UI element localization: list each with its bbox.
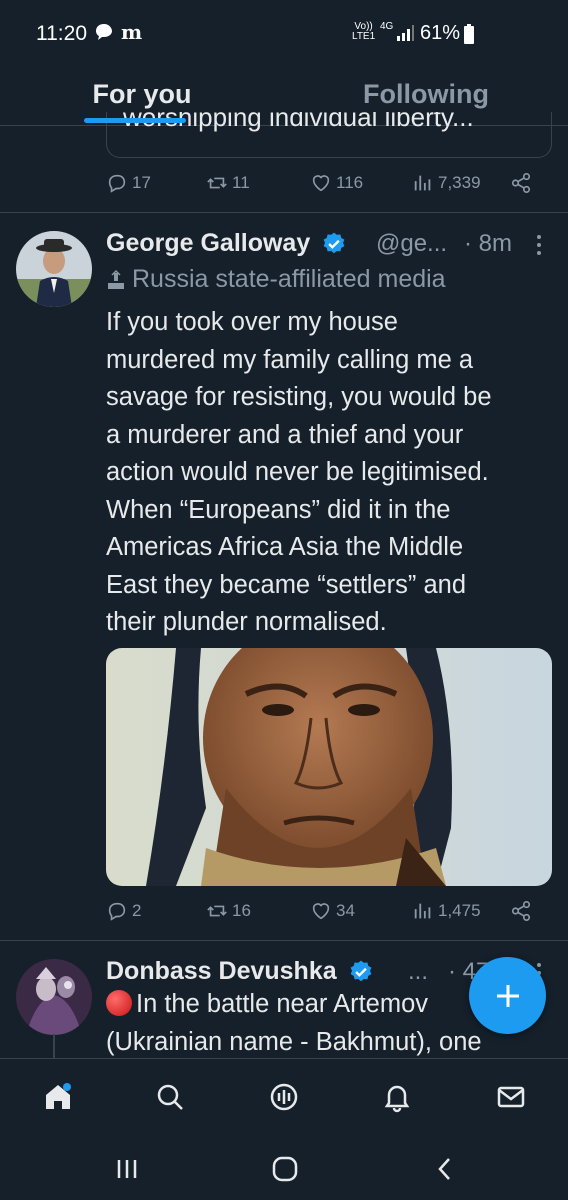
verified-badge-icon: [323, 233, 345, 254]
views-icon: [414, 903, 431, 919]
views-icon: [414, 175, 431, 191]
tweet-text-line: When “Europeans” did it in the: [106, 495, 451, 524]
author-name[interactable]: George Galloway: [106, 229, 310, 257]
system-navigation: [0, 1136, 568, 1200]
tweet-text-line: action would never be legitimised.: [106, 458, 489, 486]
repost-button[interactable]: 11: [206, 172, 250, 194]
back-icon[interactable]: [430, 1154, 460, 1184]
view-count: 7,339: [438, 173, 481, 192]
battery-icon: [464, 24, 474, 44]
repost-count: 11: [232, 173, 250, 192]
plus-icon: [496, 984, 519, 1007]
podium-icon: [108, 269, 124, 289]
spaces-icon[interactable]: [268, 1081, 300, 1113]
share-icon: [511, 901, 531, 921]
m-app-icon: m: [121, 22, 142, 42]
author-name-row[interactable]: Donbass Devushka: [106, 957, 374, 986]
author-handle[interactable]: ...: [408, 958, 428, 986]
compose-button[interactable]: [469, 957, 546, 1034]
views-button[interactable]: 1,475: [412, 900, 481, 922]
battery-percent: 61%: [420, 22, 461, 44]
lte-label: LTE1: [352, 31, 376, 42]
network-type: 4G: [380, 21, 394, 32]
avatar[interactable]: [16, 959, 92, 1035]
repost-button[interactable]: 16: [206, 900, 251, 922]
tweet-time[interactable]: · 8m: [464, 230, 512, 258]
red-circle-emoji: [106, 990, 132, 1016]
share-button[interactable]: [510, 172, 532, 194]
reply-button[interactable]: 2: [106, 900, 141, 922]
heart-icon: [312, 903, 330, 920]
previous-tweet-actions: 17 11 116 7,339: [106, 172, 546, 202]
verified-badge-icon: [350, 961, 371, 982]
like-button[interactable]: 116: [310, 172, 363, 194]
views-button[interactable]: 7,339: [412, 172, 481, 194]
reply-count: 2: [132, 901, 142, 920]
avatar[interactable]: [16, 231, 92, 307]
reply-icon: [108, 902, 126, 921]
active-tab-indicator: [84, 118, 186, 123]
search-icon[interactable]: [154, 1081, 186, 1113]
like-button[interactable]: 34: [310, 900, 355, 922]
reply-button[interactable]: 17: [106, 172, 151, 194]
state-affiliated-label[interactable]: Russia state-affiliated media: [106, 265, 446, 294]
view-count: 1,475: [438, 901, 481, 920]
reply-count: 17: [132, 173, 151, 192]
tweet-text-line: murdered my family calling me a: [106, 345, 474, 374]
author-name[interactable]: Donbass Devushka: [106, 957, 337, 985]
tweet-text-line: East they became “settlers” and: [106, 570, 467, 599]
home-button-icon[interactable]: [270, 1154, 300, 1184]
more-options-icon[interactable]: [534, 233, 544, 257]
like-count: 34: [336, 901, 355, 920]
tweet-text-line: their plunder normalised.: [106, 608, 387, 636]
repost-icon: [207, 177, 227, 189]
reply-icon: [108, 174, 126, 193]
affiliation-text: Russia state-affiliated media: [132, 265, 446, 293]
status-bar: 11:20 m Vo)) LTE1 4G 61%: [0, 0, 568, 70]
author-handle[interactable]: @ge...: [376, 230, 447, 258]
share-button[interactable]: [510, 900, 532, 922]
messages-icon[interactable]: [495, 1081, 527, 1113]
repost-icon: [207, 905, 227, 917]
tweet-text-line: Americas Africa Asia the Middle: [106, 533, 464, 561]
thread-line: [53, 1034, 55, 1058]
svg-text:m: m: [121, 22, 142, 42]
tweet-text: If you took over my house murdered my fa…: [106, 304, 558, 642]
signal-icon: [397, 25, 414, 41]
notifications-icon[interactable]: [381, 1081, 413, 1113]
heart-icon: [312, 175, 330, 192]
bottom-navigation: [0, 1058, 568, 1136]
repost-count: 16: [232, 901, 251, 920]
chat-bubble-icon: [96, 24, 112, 40]
recents-icon[interactable]: [112, 1154, 142, 1184]
share-icon: [511, 173, 531, 193]
tweet-media-image[interactable]: [106, 648, 552, 886]
author-name-row[interactable]: George Galloway: [106, 229, 347, 258]
tweet-text-line: a murderer and a thief and your: [106, 420, 464, 449]
tweet-text-line-content: In the battle near Artemov: [136, 990, 429, 1018]
like-count: 116: [336, 173, 364, 192]
tweet-text-line: savage for resisting, you would be: [106, 383, 492, 411]
status-time: 11:20: [36, 22, 87, 45]
tweet-actions: 2 16 34 1,475: [106, 900, 546, 930]
tweet-text-line: If you took over my house: [106, 308, 398, 336]
home-icon[interactable]: [42, 1081, 74, 1113]
